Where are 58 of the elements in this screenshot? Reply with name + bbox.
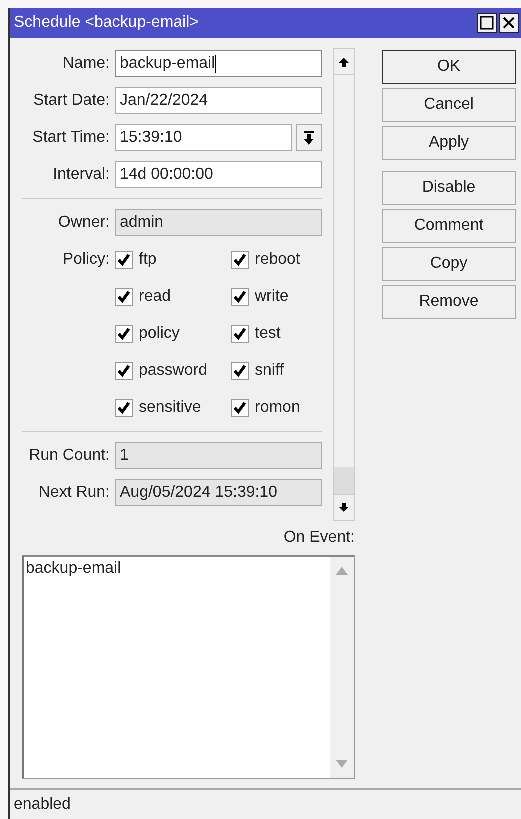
checkbox[interactable]: [115, 398, 133, 416]
text-area[interactable]: backup-email: [22, 555, 355, 779]
action-button[interactable]: OK: [382, 50, 516, 84]
checkbox[interactable]: [115, 324, 133, 342]
input-field[interactable]: 14d 00:00:00: [115, 161, 322, 188]
arrow-down-icon: [338, 502, 350, 512]
action-button[interactable]: Disable: [382, 171, 516, 205]
arrow-down-icon: [336, 760, 348, 768]
input-field[interactable]: Jan/22/2024: [115, 87, 322, 114]
checkbox[interactable]: [231, 250, 249, 268]
window-title: Schedule <backup-email>: [14, 14, 200, 32]
checkbox-label: password: [139, 362, 208, 380]
checkbox[interactable]: [231, 398, 249, 416]
checkbox-label: romon: [255, 398, 300, 416]
checkbox[interactable]: [231, 324, 249, 342]
checkbox[interactable]: [115, 250, 133, 268]
status-bar: enabled: [10, 788, 521, 819]
field-label: Policy:: [62, 250, 111, 270]
close-button[interactable]: [499, 13, 519, 33]
checkbox-label: policy: [139, 324, 180, 342]
arrow-up-icon: [336, 567, 348, 575]
checkbox[interactable]: [231, 362, 249, 380]
checkbox-label: test: [255, 324, 281, 342]
arrow-up-icon: [338, 56, 350, 66]
arrow-down-icon: [303, 130, 315, 144]
input-field[interactable]: backup-email: [115, 50, 322, 77]
field-label: On Event:: [284, 529, 355, 546]
checkbox-label: read: [139, 288, 172, 306]
input-field[interactable]: 1: [115, 442, 322, 469]
scrollbar-thumb[interactable]: [334, 467, 354, 494]
field-label: Start Time:: [32, 128, 111, 146]
checkbox[interactable]: [231, 288, 249, 306]
checkbox-label: write: [255, 288, 289, 306]
action-button[interactable]: Copy: [382, 247, 516, 281]
checkbox[interactable]: [115, 288, 133, 306]
action-button[interactable]: Comment: [382, 209, 516, 243]
input-field[interactable]: admin: [115, 209, 322, 236]
maximize-icon: [480, 16, 494, 30]
field-label: Owner:: [57, 214, 111, 232]
field-label: Interval:: [52, 166, 111, 184]
input-field[interactable]: Aug/05/2024 15:39:10: [115, 479, 322, 506]
action-button[interactable]: Cancel: [382, 88, 516, 122]
input-field[interactable]: 15:39:10: [115, 124, 292, 151]
checkbox-label: sniff: [255, 362, 284, 380]
field-label: Name:: [62, 54, 111, 72]
scrollbar[interactable]: [333, 48, 355, 521]
field-label: Start Date:: [32, 92, 111, 110]
checkbox-label: sensitive: [139, 398, 202, 416]
dropdown-button[interactable]: [296, 124, 322, 151]
field-label: Run Count:: [28, 446, 111, 464]
action-button[interactable]: Remove: [382, 285, 516, 319]
checkbox[interactable]: [115, 362, 133, 380]
maximize-button[interactable]: [477, 13, 497, 33]
checkbox-label: reboot: [255, 250, 300, 268]
close-icon: [502, 16, 516, 30]
field-label: Next Run:: [38, 484, 111, 502]
checkbox-label: ftp: [139, 250, 157, 268]
action-button[interactable]: Apply: [382, 126, 516, 160]
